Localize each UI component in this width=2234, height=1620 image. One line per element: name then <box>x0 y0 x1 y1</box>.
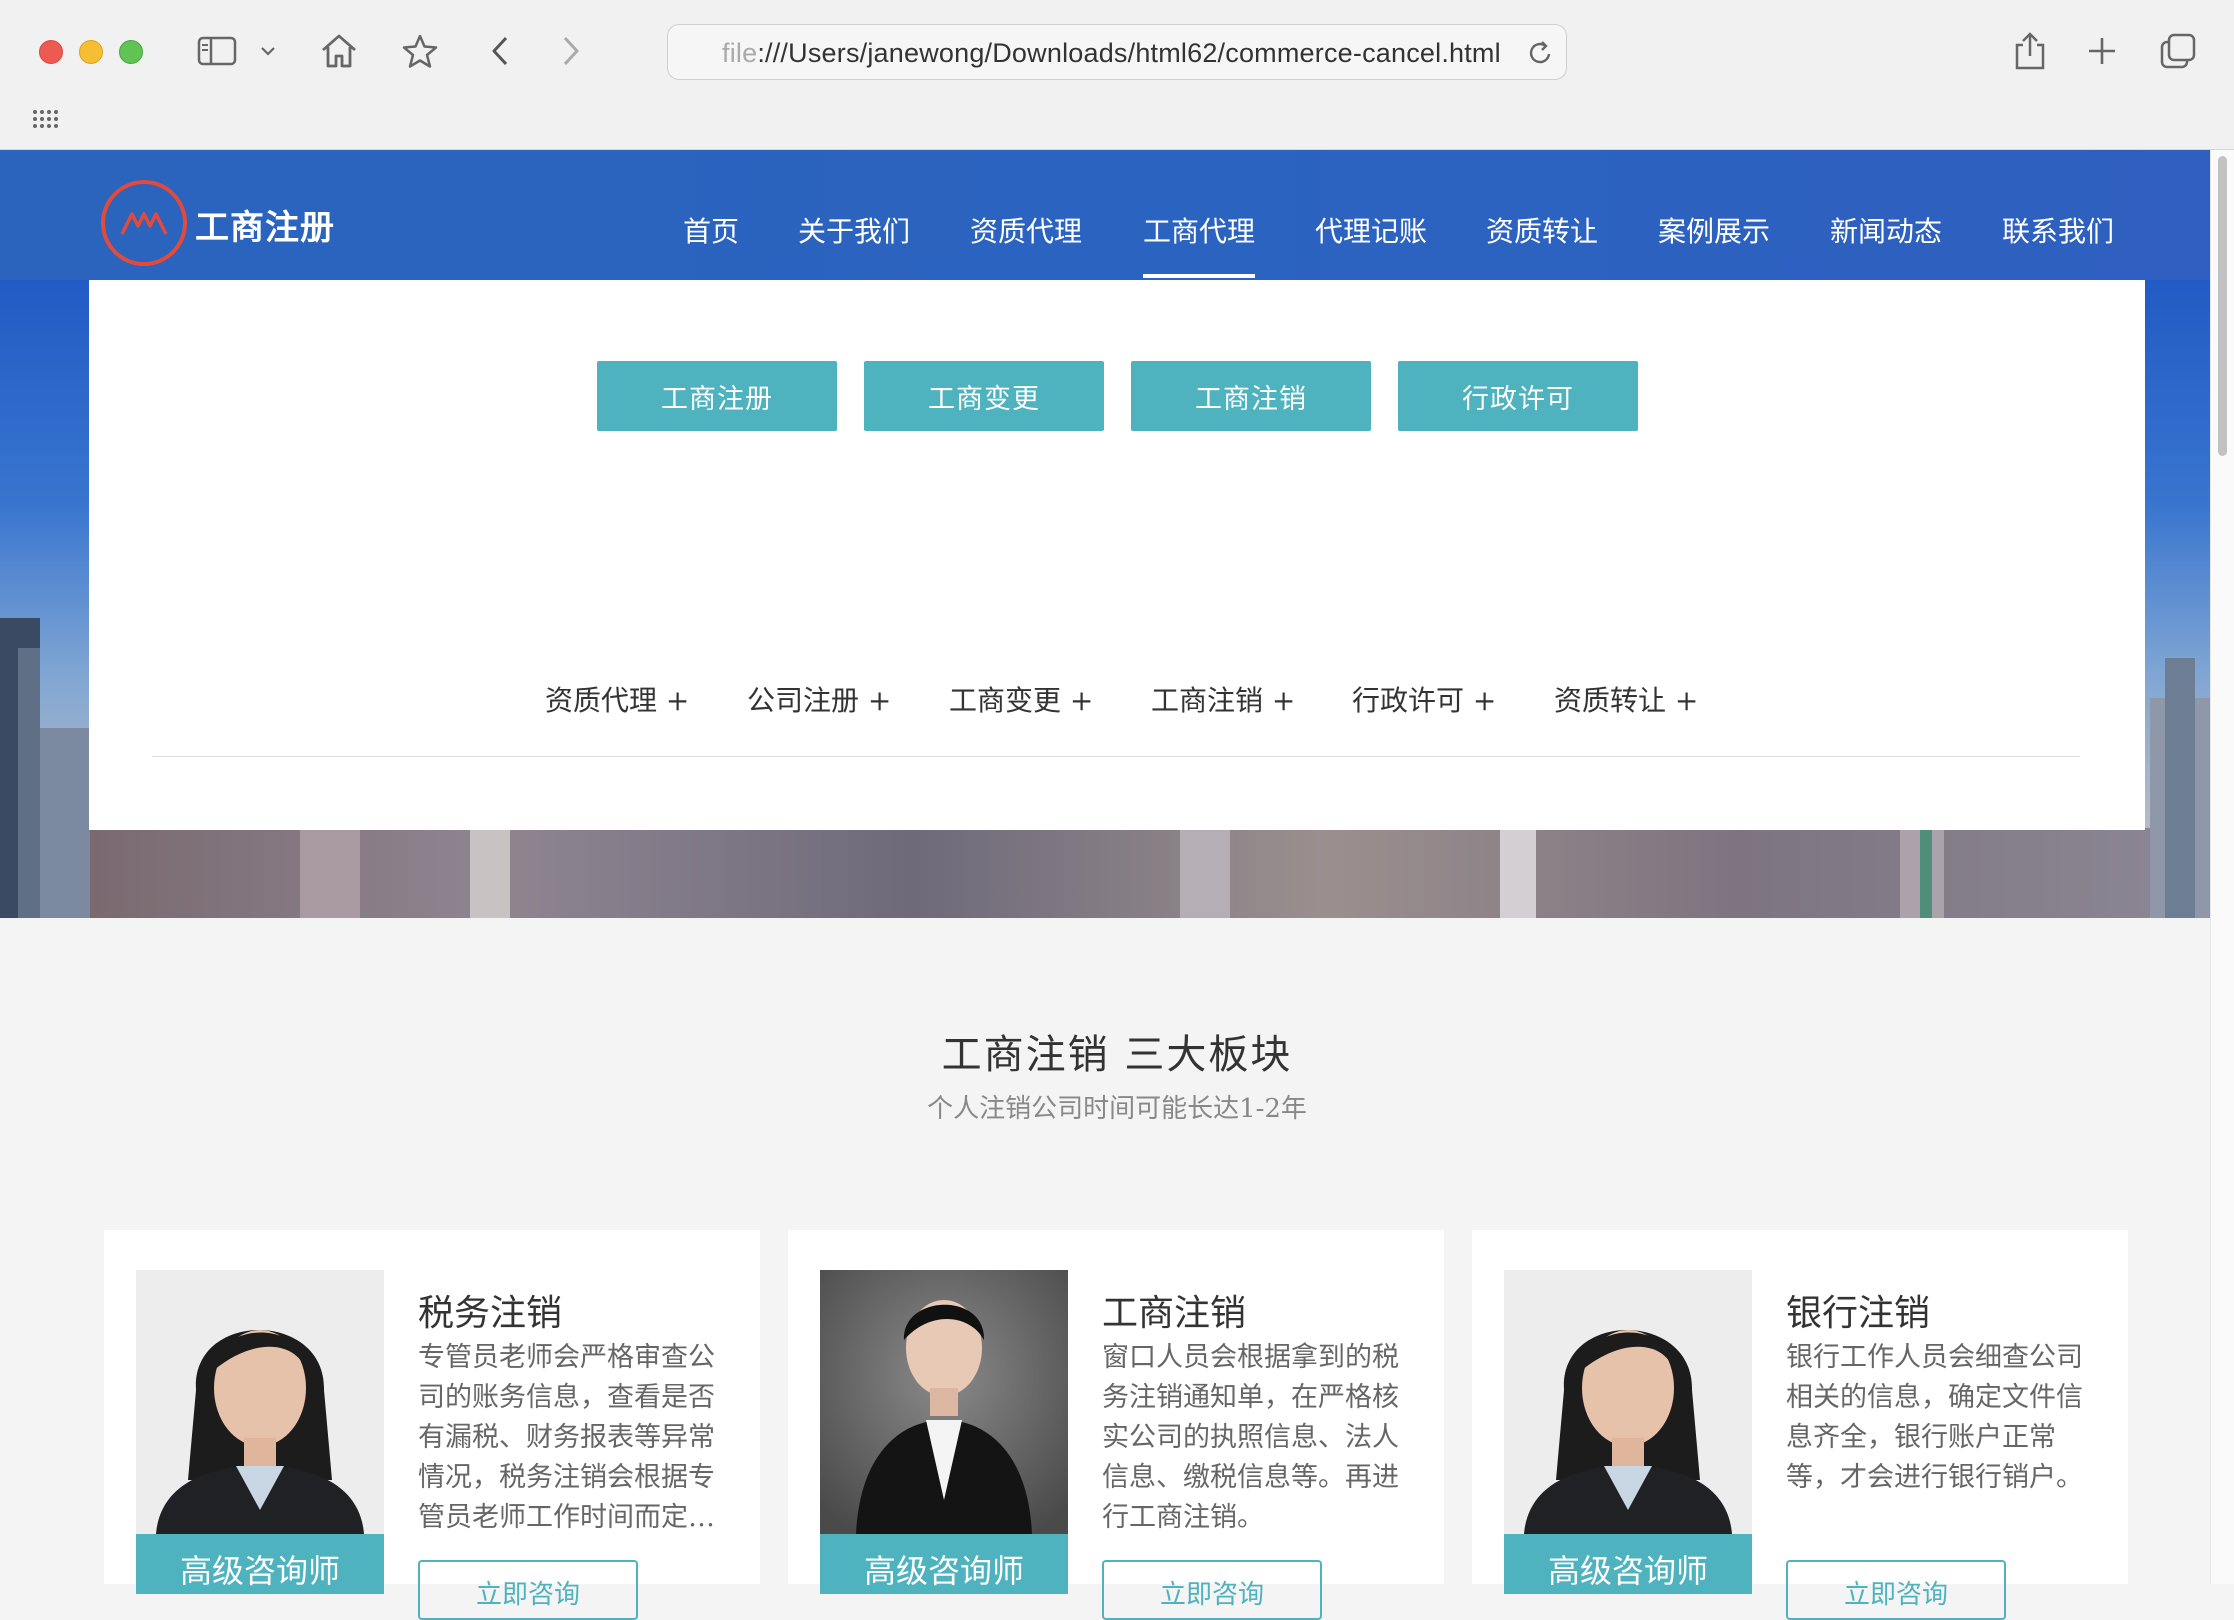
consultant-photo-male <box>820 1270 1068 1534</box>
consultant-badge: 高级咨询师 <box>820 1534 1068 1594</box>
new-tab-plus-icon[interactable] <box>2082 26 2122 76</box>
tab-overview-icon[interactable] <box>2156 26 2200 76</box>
chevron-down-icon[interactable] <box>256 26 280 76</box>
category-commerce-cancel[interactable]: 工商注销 + <box>1151 679 1295 719</box>
consult-now-button[interactable]: 立即咨询 <box>1102 1560 1322 1620</box>
tab-commerce-change[interactable]: 工商变更 <box>864 361 1104 431</box>
service-card-commerce-cancel: 高级咨询师 工商注销 窗口人员会根据拿到的税务注销通知单，在严格核实公司的执照信… <box>788 1230 1444 1620</box>
site-logo-text[interactable]: 工商注册 <box>195 200 335 249</box>
bookmark-star-icon[interactable] <box>397 26 443 76</box>
card-description: 窗口人员会根据拿到的税务注销通知单，在严格核实公司的执照信息、法人信息、缴税信息… <box>1102 1342 1399 1533</box>
service-card-tax-cancel: 高级咨询师 税务注销 专管员老师会严格审查公司的账务信息，查看是否有漏税、财务报… <box>104 1230 760 1620</box>
category-administrative-license[interactable]: 行政许可 + <box>1352 679 1496 719</box>
service-card-bank-cancel: 高级咨询师 银行注销 银行工作人员会细查公司相关的信息，确定文件信息齐全，银行账… <box>1472 1230 2128 1620</box>
card-title: 税务注销 <box>418 1293 563 1334</box>
home-icon[interactable] <box>314 26 364 76</box>
tab-commerce-cancel[interactable]: 工商注销 <box>1131 361 1371 431</box>
share-icon[interactable] <box>2010 26 2050 76</box>
nav-item-qualification[interactable]: 资质代理 <box>970 210 1082 250</box>
nav-item-cases[interactable]: 案例展示 <box>1658 210 1770 250</box>
nav-item-commerce-agency[interactable]: 工商代理 <box>1143 210 1255 250</box>
nav-item-about[interactable]: 关于我们 <box>798 210 910 250</box>
consult-now-button[interactable]: 立即咨询 <box>418 1560 638 1620</box>
submenu-panel <box>89 280 2145 830</box>
close-window-button[interactable] <box>39 40 63 64</box>
consult-now-button[interactable]: 立即咨询 <box>1786 1560 2006 1620</box>
card-description: 专管员老师会严格审查公司的账务信息，查看是否有漏税、财务报表等异常情况，税务注销… <box>418 1342 715 1533</box>
logo-emblem-icon[interactable] <box>101 180 187 266</box>
zoom-window-button[interactable] <box>119 40 143 64</box>
section-subtitle: 个人注销公司时间可能长达1-2年 <box>927 1094 1307 1124</box>
nav-item-bookkeeping[interactable]: 代理记账 <box>1315 210 1427 250</box>
card-description: 银行工作人员会细查公司相关的信息，确定文件信息齐全，银行账户正常等，才会进行银行… <box>1786 1342 2083 1493</box>
nav-item-home[interactable]: 首页 <box>683 210 739 250</box>
back-arrow-icon[interactable] <box>485 26 515 76</box>
forward-arrow-icon[interactable] <box>556 26 586 76</box>
minimize-window-button[interactable] <box>79 40 103 64</box>
apps-grid-icon[interactable] <box>30 104 60 134</box>
reload-icon[interactable] <box>1528 39 1554 71</box>
tab-commerce-registration[interactable]: 工商注册 <box>597 361 837 431</box>
card-title: 银行注销 <box>1786 1293 1931 1334</box>
nav-item-news[interactable]: 新闻动态 <box>1830 210 1942 250</box>
consultant-badge: 高级咨询师 <box>136 1534 384 1594</box>
consultant-photo-female <box>1504 1270 1752 1534</box>
address-bar[interactable]: file:///Users/janewong/Downloads/html62/… <box>667 24 1567 80</box>
category-qualification[interactable]: 资质代理 + <box>545 679 689 719</box>
category-commerce-change[interactable]: 工商变更 + <box>949 679 1093 719</box>
consultant-badge: 高级咨询师 <box>1504 1534 1752 1594</box>
sidebar-toggle-icon[interactable] <box>192 26 242 76</box>
nav-item-qualification-transfer[interactable]: 资质转让 <box>1486 210 1598 250</box>
panel-divider <box>152 756 2080 757</box>
nav-active-underline <box>1143 274 1255 278</box>
page-scrollbar-thumb[interactable] <box>2218 156 2227 456</box>
category-qualification-transfer[interactable]: 资质转让 + <box>1554 679 1698 719</box>
card-title: 工商注销 <box>1102 1293 1247 1334</box>
url-text: file:///Users/janewong/Downloads/html62/… <box>722 38 1501 68</box>
browser-toolbar: file:///Users/janewong/Downloads/html62/… <box>0 0 2234 150</box>
section-title: 工商注销 三大板块 <box>941 1032 1293 1078</box>
nav-item-contact[interactable]: 联系我们 <box>2002 210 2114 250</box>
consultant-photo-female <box>136 1270 384 1534</box>
category-company-registration[interactable]: 公司注册 + <box>747 679 891 719</box>
tab-administrative-license[interactable]: 行政许可 <box>1398 361 1638 431</box>
